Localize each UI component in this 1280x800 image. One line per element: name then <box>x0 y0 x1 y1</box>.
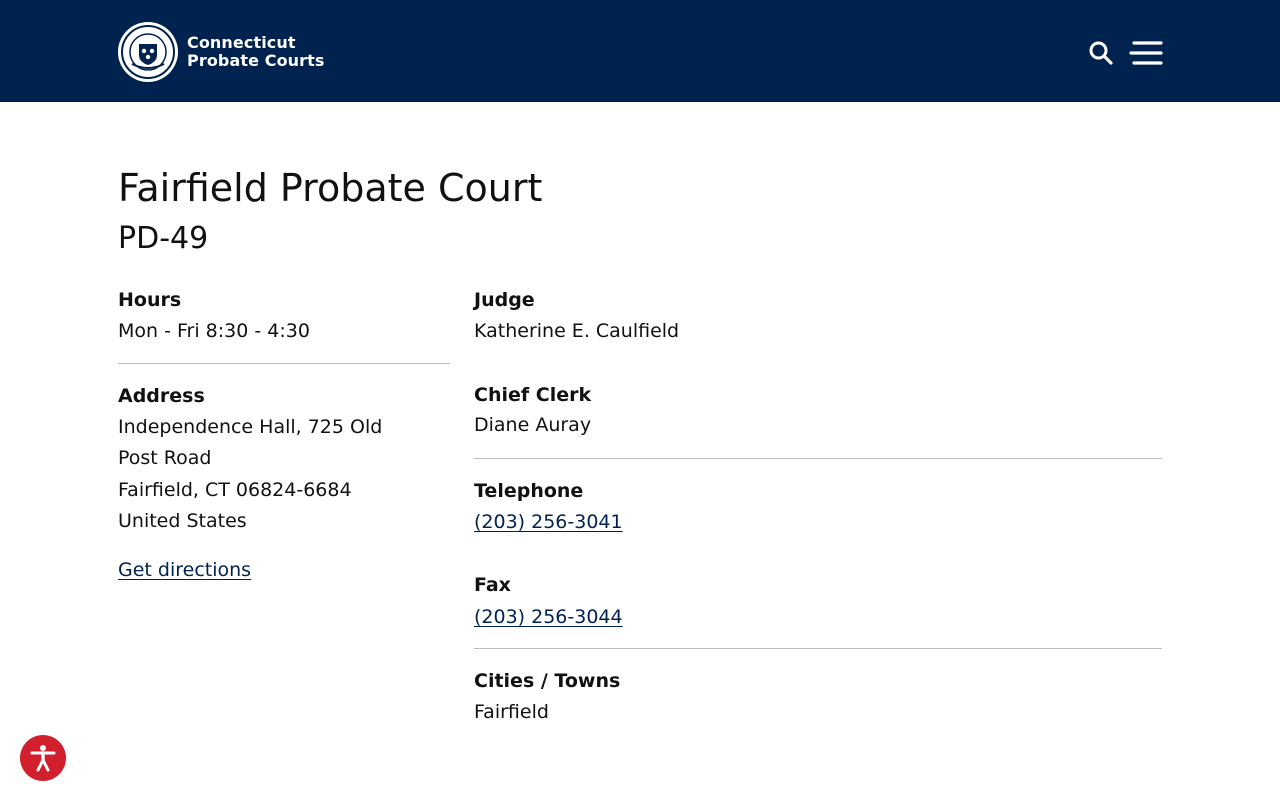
chief-clerk-label: Chief Clerk <box>474 384 592 406</box>
search-icon <box>1089 41 1113 65</box>
address-line: Fairfield, CT 06824-6684 <box>118 479 352 501</box>
search-button[interactable] <box>1088 40 1114 66</box>
hamburger-menu-icon <box>1129 41 1163 65</box>
accessibility-button[interactable] <box>20 735 66 781</box>
connecticut-seal-logo[interactable] <box>118 22 178 82</box>
divider <box>118 363 450 364</box>
site-header: Connecticut Probate Courts <box>0 0 1280 102</box>
judge-label: Judge <box>474 289 535 311</box>
get-directions-link[interactable]: Get directions <box>118 557 251 583</box>
site-title[interactable]: Connecticut Probate Courts <box>187 34 325 70</box>
cities-towns-label: Cities / Towns <box>474 670 621 692</box>
address-line: Independence Hall, 725 Old <box>118 416 383 438</box>
accessibility-icon <box>30 745 56 772</box>
telephone-link[interactable]: (203) 256-3041 <box>474 509 623 535</box>
hours-label: Hours <box>118 289 182 311</box>
fax-label: Fax <box>474 574 511 596</box>
hours-value: Mon - Fri 8:30 - 4:30 <box>118 320 310 342</box>
telephone-label: Telephone <box>474 480 584 502</box>
fax-link[interactable]: (203) 256-3044 <box>474 604 623 630</box>
address-label: Address <box>118 385 205 407</box>
menu-button[interactable] <box>1128 39 1164 67</box>
address-line: United States <box>118 510 247 532</box>
seal-icon <box>121 25 175 79</box>
chief-clerk-value: Diane Auray <box>474 414 592 436</box>
divider <box>474 648 1162 649</box>
address-line: Post Road <box>118 447 212 469</box>
judge-value: Katherine E. Caulfield <box>474 320 680 342</box>
site-title-line1: Connecticut <box>187 33 296 52</box>
court-code: PD-49 <box>118 221 209 256</box>
cities-towns-value: Fairfield <box>474 701 549 723</box>
divider <box>474 458 1162 459</box>
page-title: Fairfield Probate Court <box>118 166 543 210</box>
site-title-line2: Probate Courts <box>187 51 325 70</box>
